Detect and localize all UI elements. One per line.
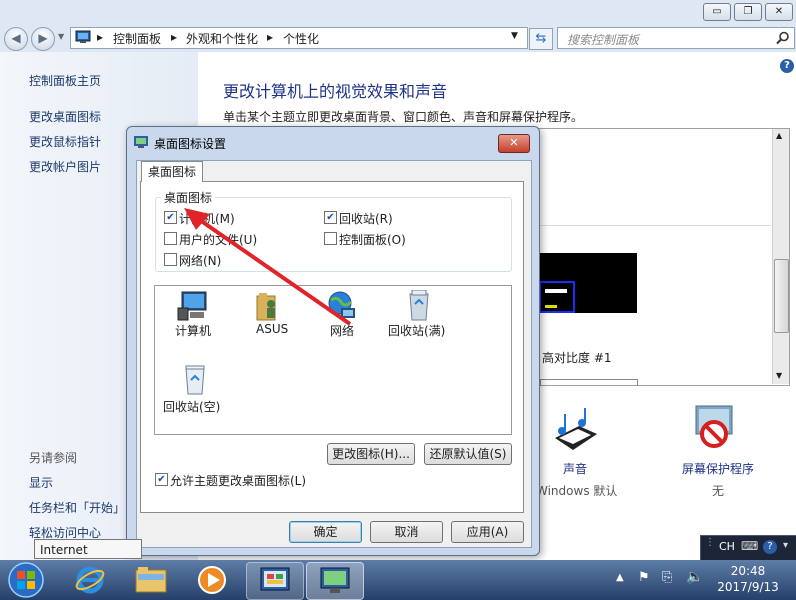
cancel-button[interactable]: 取消	[370, 521, 443, 543]
checkbox-allow-theme[interactable]: ✔	[155, 473, 168, 486]
nav-change-account-picture[interactable]: 更改帐户图片	[29, 158, 101, 175]
breadcrumb-separator-icon: ▸	[267, 30, 274, 44]
taskbar-desktop-icon-settings[interactable]	[306, 562, 364, 600]
close-icon: ✕	[509, 136, 519, 149]
clock-date: 2017/9/13	[717, 580, 779, 594]
nav-display[interactable]: 显示	[29, 474, 53, 491]
forward-arrow-icon: ▶	[38, 31, 48, 45]
dialog-icon	[134, 136, 148, 148]
language-indicator[interactable]: CH	[719, 540, 735, 553]
screensaver-icon[interactable]	[690, 404, 740, 454]
search-placeholder: 搜索控制面板	[567, 33, 640, 47]
checkbox-allow-theme-label[interactable]: 允许主题更改桌面图标(L)	[170, 472, 306, 489]
internet-explorer-icon[interactable]	[74, 564, 106, 596]
page-description: 单击某个主题立即更改桌面背景、窗口颜色、声音和屏幕保护程序。	[223, 110, 584, 124]
sound-value: Windows 默认	[536, 484, 618, 498]
change-icon-button[interactable]: 更改图标(H)...	[327, 443, 415, 465]
close-window-button[interactable]: ✕	[765, 3, 793, 21]
show-hidden-icons-icon[interactable]: ▲	[616, 572, 624, 583]
back-button[interactable]: ◀	[4, 27, 28, 51]
search-icon[interactable]	[776, 31, 790, 45]
screensaver-value: 无	[712, 484, 725, 498]
ok-button[interactable]: 确定	[289, 521, 362, 543]
language-bar[interactable]: ⋮ CH ⌨ ? ▾	[700, 535, 796, 561]
scroll-down-icon[interactable]: ▼	[776, 371, 782, 380]
next-theme-thumbnail[interactable]	[540, 379, 638, 386]
taskbar	[0, 560, 796, 600]
icon-label-recycle-full[interactable]: 回收站(满)	[388, 322, 445, 339]
dialog-title: 桌面图标设置	[154, 137, 227, 151]
scroll-up-icon[interactable]: ▲	[776, 131, 782, 140]
clock-time: 20:48	[730, 564, 766, 578]
breadcrumb-separator-icon: ▸	[97, 30, 104, 44]
start-button-icon[interactable]	[6, 561, 46, 599]
theme-scrollbar[interactable]: ▲ ▼	[772, 129, 789, 384]
breadcrumb-appearance[interactable]: 外观和个性化	[186, 30, 258, 47]
address-bar[interactable]: ▸ 控制面板 ▸ 外观和个性化 ▸ 个性化 ▼	[70, 27, 528, 49]
recent-pages-dropdown-icon[interactable]: ▼	[58, 32, 64, 41]
network-status-icon[interactable]: ⎘	[662, 570, 672, 585]
breadcrumb-separator-icon: ▸	[171, 30, 178, 44]
system-clock[interactable]: 20:48 2017/9/13	[700, 563, 796, 597]
desktop-settings-taskbar-icon	[320, 567, 350, 593]
minimize-button[interactable]: ▭	[703, 3, 731, 21]
control-panel-taskbar-icon	[260, 567, 290, 591]
grip-icon: ⋮	[705, 537, 715, 548]
breadcrumb-control-panel[interactable]: 控制面板	[113, 30, 161, 47]
screensaver-label[interactable]: 屏幕保护程序	[682, 460, 754, 477]
scroll-thumb[interactable]	[774, 259, 789, 333]
tooltip: Internet Explorer	[34, 539, 142, 577]
nav-control-panel-home[interactable]: 控制面板主页	[29, 72, 101, 89]
apply-button[interactable]: 应用(A)	[451, 521, 524, 543]
sound-icon[interactable]	[551, 404, 601, 454]
page-title: 更改计算机上的视觉效果和声音	[223, 82, 448, 101]
action-center-flag-icon[interactable]: ⚑	[638, 570, 650, 585]
address-dropdown-icon[interactable]: ▼	[511, 31, 518, 41]
nav-taskbar-start[interactable]: 任务栏和「开始」	[29, 499, 125, 516]
recycle-bin-empty-icon[interactable]	[178, 364, 212, 396]
theme-high-contrast-1-thumbnail[interactable]	[539, 253, 637, 313]
nav-change-mouse-pointer[interactable]: 更改鼠标指针	[29, 133, 101, 150]
theme-divider	[531, 225, 771, 226]
see-also-heading: 另请参阅	[29, 451, 78, 465]
checkbox-user-files[interactable]	[164, 232, 177, 245]
media-player-icon[interactable]	[196, 564, 228, 596]
recycle-bin-full-icon[interactable]	[402, 290, 436, 322]
theme-list[interactable]: 高对比度 #1	[530, 128, 790, 386]
checkbox-computer[interactable]: ✔	[164, 211, 177, 224]
red-arrow-annotation-icon	[184, 208, 352, 326]
tab-desktop-icons[interactable]: 桌面图标	[141, 161, 203, 182]
window-titlebar	[0, 0, 796, 24]
theme-label[interactable]: 高对比度 #1	[542, 349, 612, 366]
control-panel-icon	[75, 30, 91, 43]
langbar-options-icon[interactable]: ▾	[783, 540, 788, 551]
sound-label[interactable]: 声音	[563, 460, 587, 477]
refresh-icon: ⇆	[535, 31, 547, 46]
keyboard-icon[interactable]: ⌨	[741, 539, 758, 553]
refresh-button[interactable]: ⇆	[529, 28, 553, 50]
checkbox-network[interactable]	[164, 253, 177, 266]
restore-default-button[interactable]: 还原默认值(S)	[424, 443, 512, 465]
dialog-close-button[interactable]: ✕	[498, 134, 530, 153]
help-icon[interactable]: ?	[780, 59, 794, 73]
icon-label-recycle-empty[interactable]: 回收站(空)	[163, 398, 220, 415]
maximize-button[interactable]: ❐	[734, 3, 762, 21]
nav-change-desktop-icons[interactable]: 更改桌面图标	[29, 108, 101, 125]
search-input[interactable]: 搜索控制面板	[557, 27, 795, 49]
back-arrow-icon: ◀	[11, 31, 21, 45]
forward-button[interactable]: ▶	[31, 27, 55, 51]
taskbar-control-panel[interactable]	[246, 562, 304, 600]
breadcrumb-personalization[interactable]: 个性化	[283, 30, 319, 47]
file-explorer-icon[interactable]	[134, 564, 168, 596]
langbar-help-icon[interactable]: ?	[763, 540, 777, 554]
